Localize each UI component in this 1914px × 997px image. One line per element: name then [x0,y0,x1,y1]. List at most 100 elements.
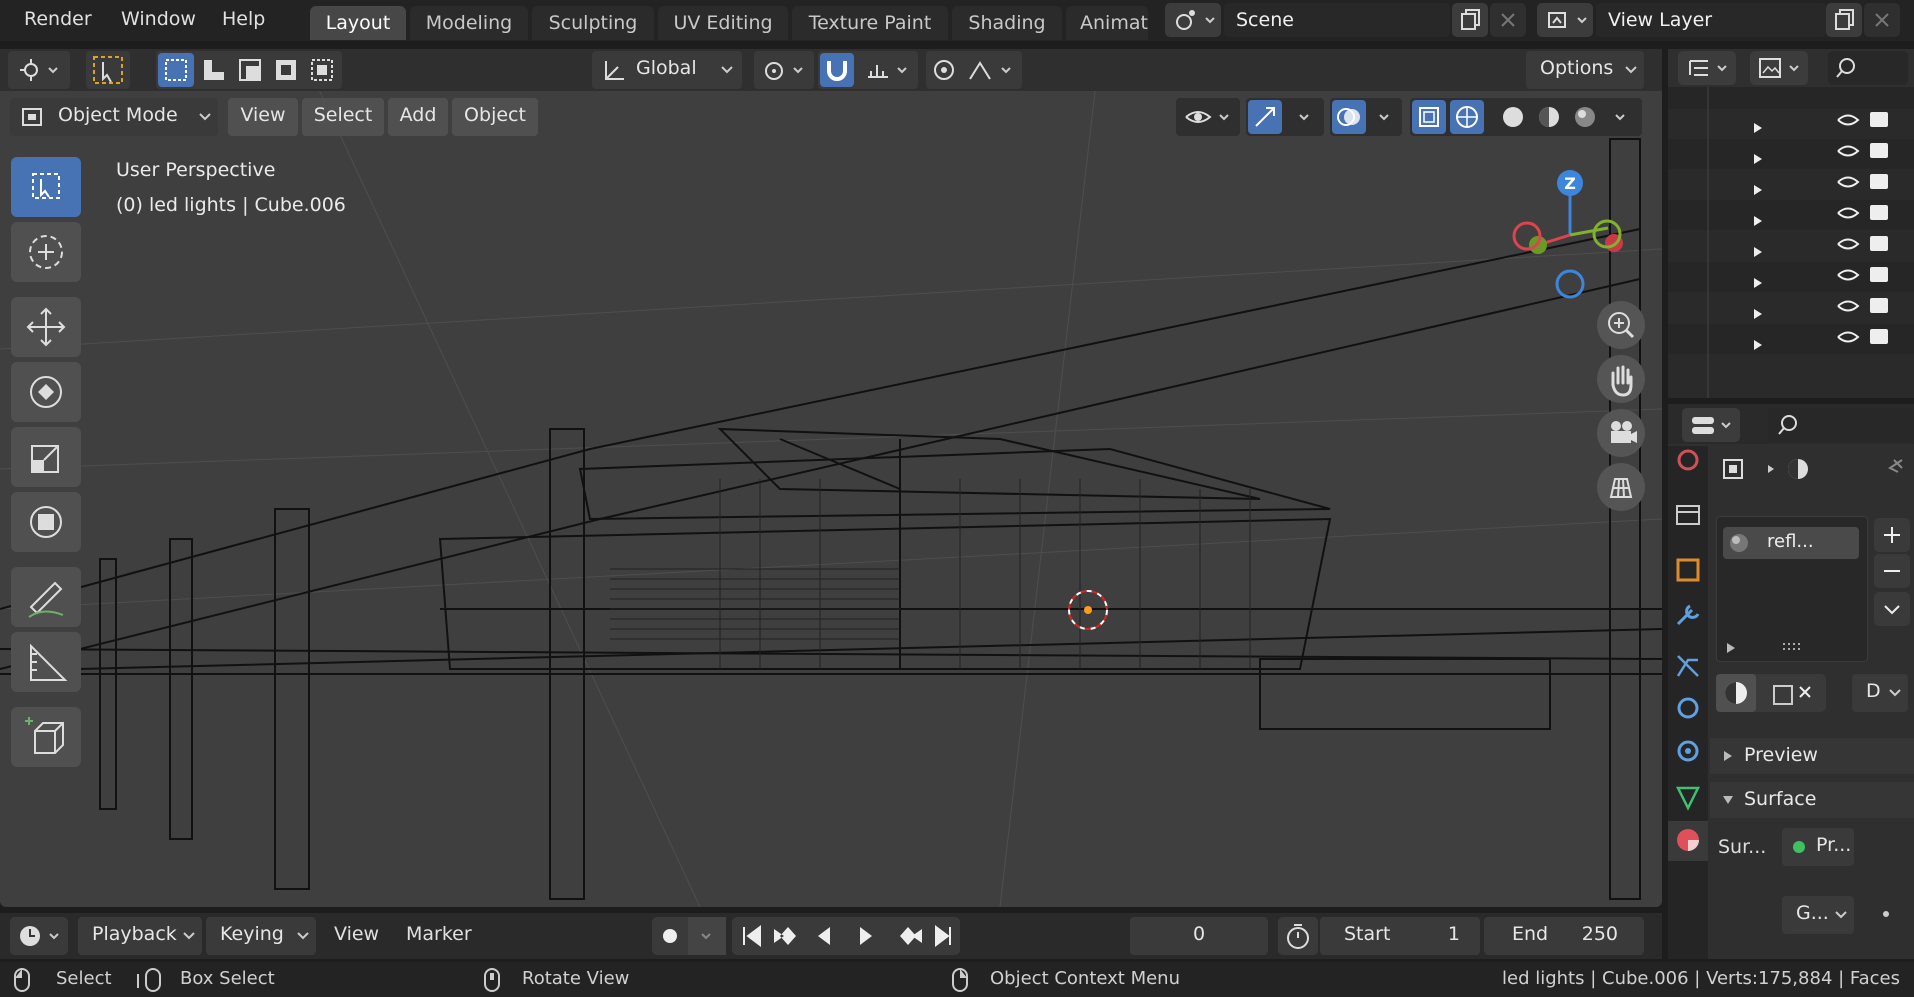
menu-render[interactable]: Render [24,8,92,30]
search-icon [1836,58,1855,78]
surface-shader-dropdown[interactable]: Pr... [1782,828,1854,866]
new-view-layer-button[interactable] [1826,3,1862,37]
add-material-slot-button[interactable] [1874,518,1910,552]
scene-name-field[interactable]: Scene [1224,3,1450,37]
mode-dropdown[interactable]: Object Mode [10,98,218,136]
distribution-dropdown[interactable]: G... [1782,896,1854,934]
playback-dropdown[interactable]: Playback [78,917,202,955]
animate-property-icon[interactable] [1880,908,1892,920]
tab-uv-editing[interactable]: UV Editing [658,6,788,40]
outliner-panel [1668,49,1914,398]
chevron-down-icon [1889,689,1901,697]
camera-icon [1611,421,1637,443]
editor-type-button[interactable] [8,51,70,89]
scene-selector[interactable] [1165,3,1221,37]
end-frame-field[interactable]: End 250 [1484,917,1644,955]
menu-object[interactable]: Object [452,98,538,136]
menu-add[interactable]: Add [388,98,448,136]
gizmo-toggle-group[interactable] [1246,98,1324,136]
list-resize-handle-icon[interactable] [1725,639,1865,657]
material-slot-list[interactable]: refl... [1716,516,1868,662]
overlays-toggle-group[interactable] [1330,98,1402,136]
rotate-tool[interactable] [11,362,81,422]
pivot-point-dropdown[interactable] [754,51,814,89]
list-icon [1689,60,1727,76]
view-layer-selector[interactable] [1537,3,1593,37]
tab-modeling[interactable]: Modeling [410,6,528,40]
material-slot-item[interactable]: refl... [1723,527,1859,559]
auto-keying-group[interactable] [652,917,726,955]
properties-tab-icons[interactable] [1668,446,1708,959]
surface-panel-header[interactable]: Surface [1710,782,1914,818]
add-cube-tool[interactable] [11,707,81,767]
mouse-drag-icon [137,968,161,992]
material-sphere-icon [1730,534,1748,552]
measure-tool[interactable] [11,632,81,692]
timeline-menu-view[interactable]: View [334,923,379,945]
keying-dropdown[interactable]: Keying [206,917,316,955]
select-mode-button[interactable] [86,51,130,89]
timeline-editor-type[interactable] [10,917,68,955]
new-scene-button[interactable] [1452,3,1488,37]
select-box-tool[interactable] [11,157,81,217]
outliner-search[interactable] [1828,51,1908,85]
zoom-button[interactable] [1597,301,1645,349]
timeline-menu-marker[interactable]: Marker [406,923,472,945]
snapping-group[interactable] [818,51,918,89]
shading-mode-group[interactable] [1410,98,1642,136]
start-frame-field[interactable]: Start 1 [1320,917,1480,955]
camera-view-button[interactable] [1597,409,1645,457]
properties-search[interactable] [1768,408,1914,442]
plus-icon [1884,527,1900,543]
remove-material-slot-button[interactable] [1874,554,1910,588]
3d-viewport[interactable]: User Perspective (0) led lights | Cube.0… [0,49,1662,907]
outliner-rows [1668,87,1914,398]
start-frame-value: 1 [1447,923,1460,945]
menu-select[interactable]: Select [302,98,384,136]
playback-controls[interactable] [732,917,960,955]
ortho-toggle-button[interactable] [1597,463,1645,511]
snap-magnet-icon [820,53,907,87]
options-dropdown[interactable]: Options [1526,51,1644,89]
delete-view-layer-button[interactable] [1864,3,1900,37]
material-link-dropdown[interactable]: D [1852,674,1908,712]
visibility-dropdown[interactable] [1176,98,1240,136]
tab-texture-paint[interactable]: Texture Paint [792,6,948,40]
tab-layout[interactable]: Layout [310,6,406,40]
overlay-icon [1332,100,1389,134]
selection-modes-icon [158,53,333,87]
move-tool[interactable] [11,297,81,357]
selection-mode-group[interactable] [156,51,342,89]
pan-button[interactable] [1597,355,1645,403]
navigation-gizmo[interactable]: Z [1500,159,1640,299]
annotate-tool[interactable] [11,567,81,627]
tab-sculpting[interactable]: Sculpting [532,6,654,40]
material-browse-group[interactable] [1716,674,1826,712]
playback-label: Playback [92,923,177,945]
outliner-filter[interactable] [1750,51,1808,85]
menu-view[interactable]: View [228,98,298,136]
view-layer-field[interactable]: View Layer [1596,3,1826,37]
scene-icon [1176,10,1215,30]
menu-window[interactable]: Window [121,8,196,30]
properties-tabs [1668,446,1708,959]
surface-panel-title: Surface [1744,788,1817,810]
tab-animation[interactable]: Animat [1066,6,1148,40]
properties-editor-type[interactable] [1682,408,1740,442]
scale-tool[interactable] [11,427,81,487]
menu-help[interactable]: Help [222,8,265,30]
transform-orientation-dropdown[interactable]: Global [592,51,742,89]
zoom-icon [1608,312,1635,339]
outliner-tree[interactable] [1668,87,1914,398]
cursor-tool-icon [29,235,63,269]
tab-shading[interactable]: Shading [952,6,1062,40]
proportional-editing-group[interactable] [926,51,1022,89]
preview-panel-header[interactable]: Preview [1710,738,1914,774]
current-frame-field[interactable]: 0 [1130,917,1268,955]
material-specials-button[interactable] [1874,592,1910,626]
outliner-display-mode[interactable] [1678,51,1736,85]
delete-scene-button[interactable] [1490,3,1526,37]
cursor-tool[interactable] [11,222,81,282]
preview-range-toggle[interactable] [1278,917,1318,955]
transform-tool[interactable] [11,492,81,552]
